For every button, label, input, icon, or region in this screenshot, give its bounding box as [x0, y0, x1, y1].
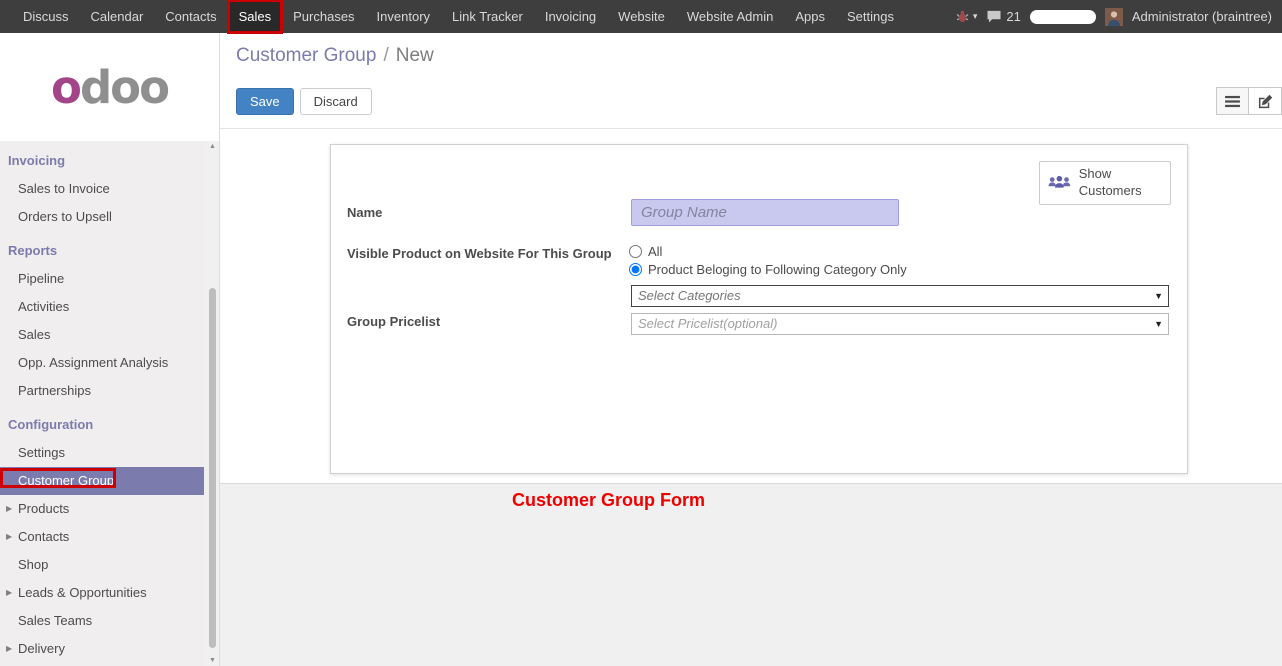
pricelist-select-placeholder: Select Pricelist(optional): [632, 314, 1168, 334]
annotation-caption: Customer Group Form: [512, 490, 705, 511]
pricelist-select[interactable]: Select Pricelist(optional) ▼: [631, 313, 1169, 335]
scrollbar-thumb[interactable]: [209, 288, 216, 648]
topnav-item-link-tracker[interactable]: Link Tracker: [441, 0, 534, 33]
radio-category-label: Product Beloging to Following Category O…: [648, 262, 907, 277]
radio-category-input[interactable]: [629, 263, 642, 276]
main-area: Customer Group / New Save Discard: [220, 33, 1282, 666]
topbar-right-tools: ▾ 21 Administrator (braintree): [956, 0, 1282, 33]
show-customers-button[interactable]: Show Customers: [1039, 161, 1171, 205]
breadcrumb-customer-group[interactable]: Customer Group: [236, 45, 376, 66]
bug-icon: [956, 10, 969, 23]
control-panel: Customer Group / New Save Discard: [220, 33, 1282, 128]
caret-right-icon: ▶: [6, 523, 12, 551]
sidebar-item-partnerships[interactable]: Partnerships: [0, 377, 204, 405]
top-navbar: Discuss Calendar Contacts Sales Purchase…: [0, 0, 1282, 33]
breadcrumb-current: New: [396, 45, 434, 66]
topnav-item-contacts[interactable]: Contacts: [154, 0, 227, 33]
sidebar-item-activities[interactable]: Activities: [0, 293, 204, 321]
dropdown-arrow-icon: ▼: [1154, 314, 1163, 334]
form-sheet: Show Customers Name Visible Product on W…: [330, 144, 1188, 474]
scroll-down-icon[interactable]: ▼: [206, 657, 219, 664]
sidebar-item-pipeline[interactable]: Pipeline: [0, 265, 204, 293]
bottom-strip: [220, 483, 1282, 666]
sidebar-item-sales[interactable]: Sales: [0, 321, 204, 349]
radio-option-all[interactable]: All: [629, 244, 662, 259]
timer-widget[interactable]: [1030, 10, 1096, 24]
sidebar-item-label: Customer Group: [18, 473, 114, 488]
logo-area: odoo: [0, 33, 219, 141]
sidebar-item-contacts[interactable]: ▶ Contacts: [0, 523, 204, 551]
sidebar-item-shop[interactable]: Shop: [0, 551, 204, 579]
caret-down-icon: ▾: [973, 11, 978, 22]
sidebar-item-label: Leads & Opportunities: [18, 585, 147, 600]
odoo-logo: odoo: [51, 61, 168, 114]
view-switcher: [1216, 87, 1282, 115]
sidebar-item-orders-to-upsell[interactable]: Orders to Upsell: [0, 203, 204, 231]
breadcrumb-separator: /: [383, 45, 388, 66]
topnav-item-purchases[interactable]: Purchases: [282, 0, 365, 33]
sidebar-item-label: Delivery: [18, 641, 65, 656]
customers-group-icon: [1048, 173, 1071, 192]
topnav-item-discuss[interactable]: Discuss: [12, 0, 80, 33]
categories-select[interactable]: Select Categories ▼: [631, 285, 1169, 307]
group-name-input[interactable]: [631, 199, 899, 226]
sidebar-item-leads-opportunities[interactable]: ▶ Leads & Opportunities: [0, 579, 204, 607]
topnav-item-calendar[interactable]: Calendar: [80, 0, 155, 33]
sidebar-section-invoicing: Invoicing: [0, 147, 204, 175]
visibility-field-label: Visible Product on Website For This Grou…: [347, 246, 642, 261]
avatar[interactable]: [1105, 8, 1123, 26]
radio-all-input[interactable]: [629, 245, 642, 258]
form-action-buttons: Save Discard: [236, 88, 372, 115]
categories-select-placeholder: Select Categories: [632, 286, 1168, 306]
sidebar-item-customer-group[interactable]: Customer Group: [0, 467, 204, 495]
sidebar-item-label: Products: [18, 501, 69, 516]
breadcrumb: Customer Group / New: [236, 45, 434, 67]
sidebar-item-settings[interactable]: Settings: [0, 439, 204, 467]
discard-button[interactable]: Discard: [300, 88, 372, 115]
sidebar-item-opp-assignment-analysis[interactable]: Opp. Assignment Analysis: [0, 349, 204, 377]
sidebar-item-products[interactable]: ▶ Products: [0, 495, 204, 523]
caret-right-icon: ▶: [6, 495, 12, 523]
debug-menu-button[interactable]: ▾: [956, 10, 978, 23]
sidebar-item-sales-teams[interactable]: Sales Teams: [0, 607, 204, 635]
topnav-item-website[interactable]: Website: [607, 0, 676, 33]
edit-form-icon: [1258, 94, 1273, 109]
messages-menu-button[interactable]: 21: [986, 9, 1020, 24]
sidebar-section-configuration: Configuration: [0, 411, 204, 439]
sidebar: odoo Invoicing Sales to Invoice Orders t…: [0, 33, 220, 666]
sidebar-item-sales-to-invoice[interactable]: Sales to Invoice: [0, 175, 204, 203]
sidebar-section-reports: Reports: [0, 237, 204, 265]
radio-option-category[interactable]: Product Beloging to Following Category O…: [629, 262, 907, 277]
scroll-up-icon[interactable]: ▲: [206, 143, 219, 150]
sidebar-item-delivery[interactable]: ▶ Delivery: [0, 635, 204, 663]
user-menu[interactable]: Administrator (braintree): [1132, 9, 1272, 24]
form-view-button[interactable]: [1249, 87, 1282, 115]
radio-all-label: All: [648, 244, 662, 259]
topnav-item-apps[interactable]: Apps: [784, 0, 836, 33]
list-view-button[interactable]: [1216, 87, 1249, 115]
topnav-item-sales[interactable]: Sales: [228, 0, 283, 33]
logo-first-letter: o: [51, 61, 80, 114]
topnav-item-website-admin[interactable]: Website Admin: [676, 0, 784, 33]
sidebar-item-label: Contacts: [18, 529, 69, 544]
sidebar-scrollbar[interactable]: ▲ ▼: [206, 141, 219, 666]
caret-right-icon: ▶: [6, 579, 12, 607]
topnav-item-settings[interactable]: Settings: [836, 0, 905, 33]
show-customers-label: Show Customers: [1079, 166, 1162, 200]
pricelist-field-label: Group Pricelist: [347, 314, 440, 329]
form-view-content: Show Customers Name Visible Product on W…: [220, 128, 1282, 483]
dropdown-arrow-icon: ▼: [1154, 286, 1163, 306]
caret-right-icon: ▶: [6, 635, 12, 663]
list-icon: [1225, 95, 1240, 108]
messages-count: 21: [1006, 9, 1020, 24]
top-menu-items: Discuss Calendar Contacts Sales Purchase…: [0, 0, 905, 33]
sidebar-menu: Invoicing Sales to Invoice Orders to Ups…: [0, 141, 204, 663]
avatar-image: [1105, 8, 1123, 26]
save-button[interactable]: Save: [236, 88, 294, 115]
name-field-label: Name: [347, 205, 382, 220]
topnav-item-inventory[interactable]: Inventory: [366, 0, 441, 33]
topnav-item-invoicing[interactable]: Invoicing: [534, 0, 607, 33]
logo-rest: doo: [80, 61, 168, 114]
chat-icon: [986, 10, 1002, 23]
